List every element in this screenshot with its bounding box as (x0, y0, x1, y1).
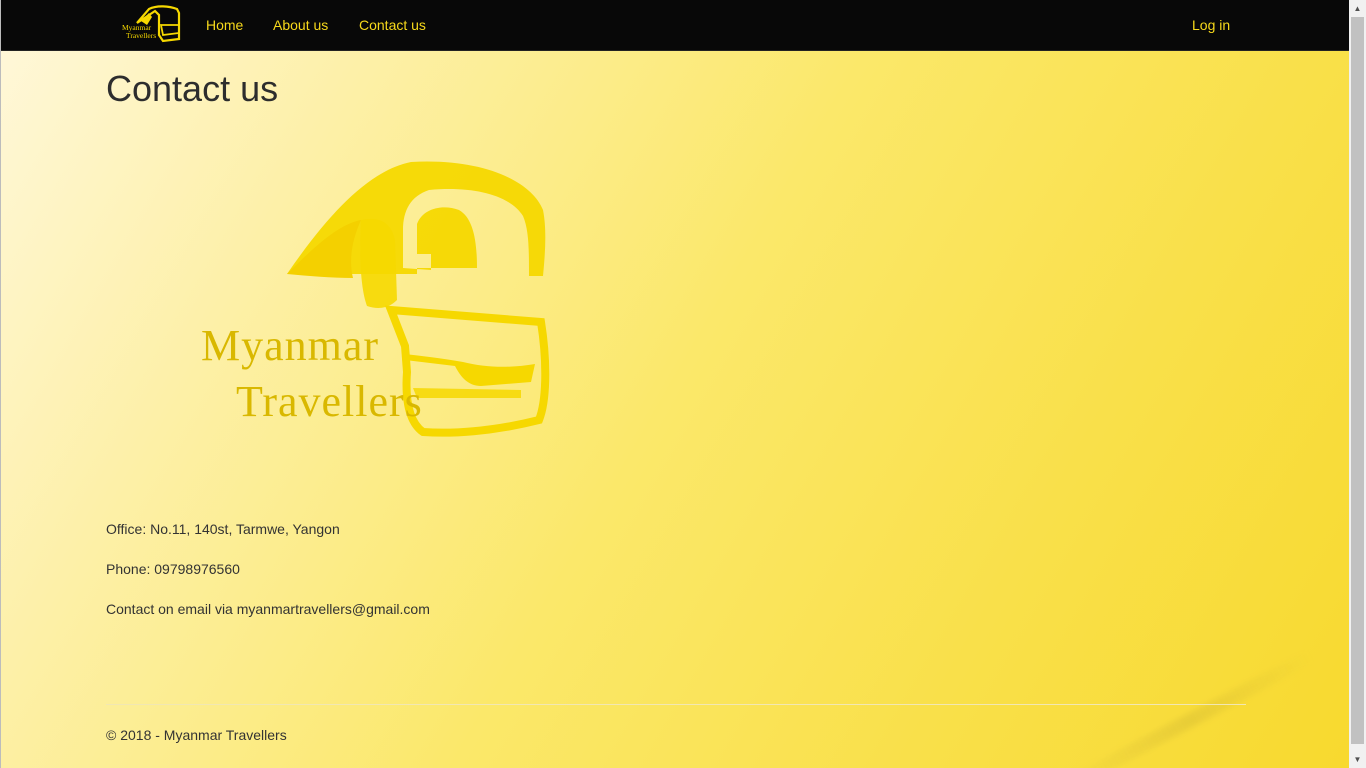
nav-login-link[interactable]: Log in (1192, 16, 1230, 34)
page-background: Myanmar Travellers Home About us Contact… (0, 0, 1349, 768)
footer-divider (106, 704, 1246, 705)
phone-number: Phone: 09798976560 (106, 561, 240, 577)
navbar: Myanmar Travellers Home About us Contact… (1, 0, 1349, 51)
nav-home-link[interactable]: Home (206, 16, 243, 34)
page-title: Contact us (106, 68, 279, 109)
bus-logo-icon: Myanmar Travellers (122, 5, 181, 43)
brand-logo-line2: Travellers (126, 31, 156, 40)
background-streak (1062, 649, 1316, 768)
footer-copyright: © 2018 - Myanmar Travellers (106, 727, 287, 743)
scroll-down-arrow-icon[interactable]: ▼ (1349, 751, 1366, 768)
myanmar-travellers-logo: Myanmar Travellers (201, 161, 550, 437)
nav-about-link[interactable]: About us (273, 16, 328, 34)
vertical-scrollbar[interactable]: ▲ ▼ (1349, 0, 1366, 768)
contact-email: Contact on email via myanmartravellers@g… (106, 601, 430, 617)
logo-wordmark-line2: Travellers (236, 377, 423, 426)
office-address: Office: No.11, 140st, Tarmwe, Yangon (106, 521, 340, 537)
logo-wordmark-line1: Myanmar (201, 321, 379, 370)
scroll-up-arrow-icon[interactable]: ▲ (1349, 0, 1366, 17)
nav-contact-link[interactable]: Contact us (359, 16, 426, 34)
browser-viewport: Myanmar Travellers Home About us Contact… (0, 0, 1366, 768)
scrollbar-thumb[interactable] (1351, 17, 1364, 744)
brand-logo-link[interactable]: Myanmar Travellers (119, 3, 183, 45)
